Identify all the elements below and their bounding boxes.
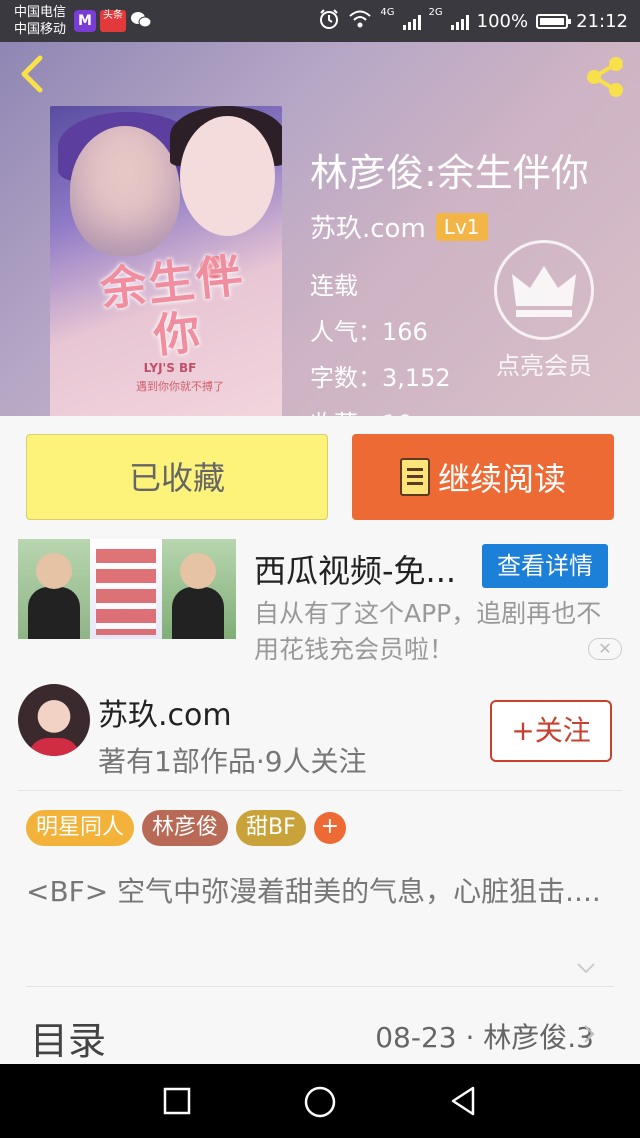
divider bbox=[18, 790, 622, 791]
cover-subtitle: 遇到你你就不搏了 bbox=[136, 380, 224, 393]
author-avatar[interactable] bbox=[18, 684, 90, 756]
carrier-2: 中国移动 bbox=[14, 22, 67, 37]
book-word-count: 字数：3,152 bbox=[310, 364, 451, 392]
collected-button[interactable]: 已收藏 bbox=[26, 434, 328, 520]
tag-item[interactable]: 甜BF bbox=[236, 810, 306, 846]
carrier-info: 中国电信 中国移动 bbox=[14, 4, 66, 38]
ad-close-button[interactable]: ✕ bbox=[588, 638, 622, 660]
divider bbox=[26, 986, 614, 987]
back-nav-button[interactable] bbox=[446, 1084, 480, 1118]
network-type-1: 4G bbox=[380, 7, 395, 18]
battery-icon bbox=[536, 14, 572, 29]
share-button[interactable] bbox=[582, 54, 628, 100]
home-button[interactable] bbox=[302, 1084, 336, 1118]
book-status: 连载 bbox=[310, 272, 358, 300]
ad-detail-button[interactable]: 查看详情 bbox=[482, 544, 608, 588]
status-right: 4G 2G 100% 21:12 bbox=[318, 8, 628, 35]
app-m-icon: M bbox=[74, 10, 96, 32]
toc-latest-chapter[interactable]: 08-23 · 林彦俊.3 bbox=[375, 1016, 594, 1056]
system-nav-bar bbox=[0, 1064, 640, 1138]
clock: 21:12 bbox=[576, 11, 628, 32]
continue-reading-button[interactable]: 继续阅读 bbox=[352, 434, 614, 520]
share-icon bbox=[587, 57, 623, 97]
toc-label[interactable]: 目录 bbox=[30, 1010, 106, 1065]
wechat-icon bbox=[130, 10, 152, 32]
circle-icon bbox=[304, 1086, 336, 1118]
battery-percent: 100% bbox=[476, 11, 529, 32]
book-detail-content: 已收藏 继续阅读 西瓜视频-免... 查看详情 自从有了这个APP，追剧再也不用… bbox=[0, 416, 640, 1064]
author-name[interactable]: 苏玖.com bbox=[310, 208, 426, 245]
book-cover[interactable]: 余生伴你 LYJ'S BF 遇到你你就不搏了 bbox=[50, 106, 282, 416]
author-card[interactable]: 苏玖.com 著有1部作品·9人关注 +关注 bbox=[0, 680, 640, 790]
back-arrow-icon bbox=[21, 55, 43, 93]
book-header: 余生伴你 LYJ'S BF 遇到你你就不搏了 林彦俊:余生伴你 苏玖.com L… bbox=[0, 42, 640, 416]
signal-icon-2 bbox=[450, 14, 469, 30]
book-popularity: 人气：166 bbox=[310, 318, 428, 346]
signal-icon-1 bbox=[402, 14, 421, 30]
square-icon bbox=[163, 1087, 191, 1115]
book-favorites: 收藏：10 bbox=[310, 404, 413, 416]
network-type-2: 2G bbox=[428, 7, 443, 18]
crown-icon bbox=[494, 240, 594, 340]
wifi-icon bbox=[348, 9, 372, 34]
tag-list: 明星同人 林彦俊 甜BF + bbox=[26, 810, 346, 846]
status-bar: 中国电信 中国移动 M 头条 4G 2G 100% 21:12 bbox=[0, 0, 640, 42]
ad-description: 自从有了这个APP，追剧再也不用花钱充会员啦！ bbox=[254, 599, 602, 664]
chevron-down-icon[interactable] bbox=[574, 956, 598, 980]
tag-item[interactable]: 明星同人 bbox=[26, 810, 135, 846]
synopsis[interactable]: <BF> 空气中弥漫着甜美的气息，心脏狙击.... bbox=[26, 872, 616, 912]
book-icon bbox=[399, 458, 430, 496]
chevron-right-icon[interactable] bbox=[580, 1022, 598, 1046]
ad-banner[interactable]: 西瓜视频-免... 查看详情 自从有了这个APP，追剧再也不用花钱充会员啦！ ✕ bbox=[0, 534, 640, 664]
back-button[interactable] bbox=[14, 54, 54, 94]
add-tag-button[interactable]: + bbox=[313, 812, 346, 844]
ad-image[interactable] bbox=[18, 539, 236, 639]
book-title: 林彦俊:余生伴你 bbox=[310, 151, 589, 195]
recent-apps-button[interactable] bbox=[160, 1084, 194, 1118]
continue-reading-label: 继续阅读 bbox=[437, 460, 566, 498]
member-label: 点亮会员 bbox=[496, 352, 592, 380]
tag-item[interactable]: 林彦俊 bbox=[142, 810, 229, 846]
member-button[interactable]: 点亮会员 bbox=[488, 240, 600, 381]
author-stats: 著有1部作品·9人关注 bbox=[98, 745, 367, 778]
toutiao-icon: 头条 bbox=[100, 10, 126, 32]
cover-title: 余生伴你 bbox=[97, 247, 247, 364]
author-card-name[interactable]: 苏玖.com bbox=[98, 690, 232, 734]
author-row: 苏玖.com Lv1 bbox=[310, 208, 488, 245]
cover-author: LYJ'S BF bbox=[143, 361, 197, 375]
carrier-1: 中国电信 bbox=[14, 5, 67, 20]
ad-title[interactable]: 西瓜视频-免... bbox=[254, 546, 456, 592]
triangle-back-icon bbox=[451, 1086, 475, 1116]
follow-button[interactable]: +关注 bbox=[490, 700, 612, 762]
notification-icons: M 头条 bbox=[74, 10, 152, 32]
level-badge: Lv1 bbox=[435, 212, 488, 241]
alarm-icon bbox=[318, 8, 340, 35]
